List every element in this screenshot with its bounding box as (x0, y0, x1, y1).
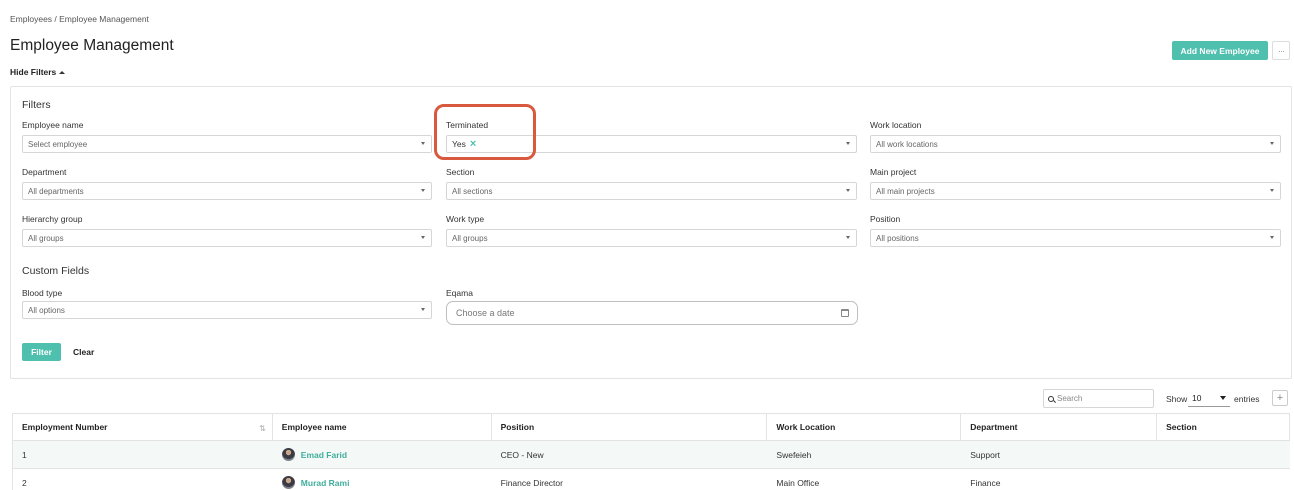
employee-name-cell: Emad Farid (272, 441, 492, 469)
section-cell (1157, 469, 1290, 490)
caret-up-icon (59, 70, 66, 74)
search-placeholder: Search (1057, 394, 1083, 403)
hierarchy-group-select[interactable]: All groups (22, 229, 432, 247)
terminated-label: Terminated (446, 120, 489, 130)
department-value: All departments (28, 186, 84, 196)
column-header-label: Employment Number (22, 422, 108, 432)
calendar-icon[interactable] (841, 309, 849, 317)
chevron-down-icon (1220, 396, 1226, 400)
employment-number-cell: 1 (13, 441, 273, 469)
main-project-label: Main project (870, 167, 917, 177)
eqama-placeholder: Choose a date (456, 308, 515, 318)
breadcrumb[interactable]: Employees / Employee Management (10, 14, 149, 24)
chevron-down-icon (421, 236, 425, 239)
avatar (281, 476, 295, 489)
filter-button[interactable]: Filter (22, 343, 61, 361)
chevron-down-icon (1270, 142, 1274, 145)
main-project-value: All main projects (876, 186, 935, 196)
column-header-department[interactable]: Department (961, 414, 1158, 441)
employee-name-cell: Murad Rami (273, 469, 492, 490)
avatar (281, 448, 295, 461)
chevron-down-icon (846, 189, 850, 192)
table-search-input[interactable]: Search (1043, 389, 1154, 408)
eqama-date-input[interactable]: Choose a date (446, 301, 858, 325)
work-location-label: Work location (870, 120, 922, 130)
column-header-employment-number[interactable]: Employment Number ⇅ (13, 414, 273, 441)
entries-label: entries (1234, 394, 1260, 404)
work-type-value: All groups (452, 233, 488, 243)
blood-type-value: All options (28, 305, 65, 315)
filters-title: Filters (22, 99, 51, 111)
chevron-down-icon (421, 308, 425, 311)
custom-fields-title: Custom Fields (22, 265, 90, 277)
position-cell: Finance Director (492, 469, 768, 490)
column-header-work-location[interactable]: Work Location (767, 414, 962, 441)
add-new-employee-button[interactable]: Add New Employee (1172, 41, 1268, 60)
employee-name-select[interactable]: Select employee (22, 135, 432, 153)
work-location-value: All work locations (876, 139, 938, 149)
work-location-select[interactable]: All work locations (870, 135, 1281, 153)
section-cell (1157, 441, 1290, 469)
table-row[interactable]: 2 Murad Rami Finance Director Main Offic… (13, 469, 1290, 490)
chevron-down-icon (1270, 236, 1274, 239)
page-title: Employee Management (10, 37, 174, 54)
chevron-down-icon (846, 236, 850, 239)
employee-link[interactable]: Murad Rami (301, 478, 350, 488)
table-row[interactable]: 1 Emad Farid CEO - New Swefeieh Support (13, 441, 1290, 469)
department-cell: Finance (961, 469, 1157, 490)
position-select[interactable]: All positions (870, 229, 1281, 247)
employee-name-label: Employee name (22, 120, 84, 130)
add-column-button[interactable]: + (1272, 390, 1288, 406)
department-select[interactable]: All departments (22, 182, 432, 200)
work-location-cell: Swefeieh (767, 441, 962, 469)
blood-type-label: Blood type (22, 288, 63, 298)
employee-link[interactable]: Emad Farid (301, 450, 347, 460)
department-cell: Support (961, 441, 1158, 469)
column-header-section[interactable]: Section (1157, 414, 1290, 441)
chevron-down-icon (846, 142, 850, 145)
column-header-position[interactable]: Position (491, 414, 768, 441)
hide-filters-toggle[interactable]: Hide Filters (10, 67, 66, 77)
entries-value: 10 (1192, 393, 1202, 403)
position-label: Position (870, 214, 901, 224)
table-header-row: Employment Number ⇅ Employee name Positi… (13, 414, 1290, 441)
entries-select[interactable]: 10 (1188, 390, 1230, 407)
search-icon (1048, 395, 1054, 402)
section-value: All sections (452, 186, 493, 196)
employee-name-value: Select employee (28, 139, 88, 149)
chevron-down-icon (421, 189, 425, 192)
main-project-select[interactable]: All main projects (870, 182, 1281, 200)
column-header-employee-name[interactable]: Employee name (272, 414, 492, 441)
work-type-label: Work type (446, 214, 485, 224)
position-cell: CEO - New (491, 441, 768, 469)
clear-button[interactable]: Clear (73, 343, 94, 361)
terminated-select[interactable]: Yes × (446, 135, 857, 153)
chevron-down-icon (421, 142, 425, 145)
work-location-cell: Main Office (767, 469, 961, 490)
show-label: Show (1166, 394, 1188, 404)
section-label: Section (446, 167, 475, 177)
hierarchy-group-value: All groups (28, 233, 64, 243)
remove-tag-icon[interactable]: × (470, 138, 476, 150)
more-options-button[interactable]: ··· (1272, 41, 1290, 60)
department-label: Department (22, 167, 67, 177)
employment-number-cell: 2 (13, 469, 273, 490)
position-value: All positions (876, 233, 919, 243)
filters-panel: Filters Employee name Select employee Te… (10, 86, 1292, 379)
section-select[interactable]: All sections (446, 182, 857, 200)
eqama-label: Eqama (446, 288, 473, 298)
terminated-tag: Yes (452, 139, 466, 149)
hide-filters-label: Hide Filters (10, 67, 57, 77)
work-type-select[interactable]: All groups (446, 229, 857, 247)
chevron-down-icon (1270, 189, 1274, 192)
hierarchy-group-label: Hierarchy group (22, 214, 83, 224)
employees-table: Employment Number ⇅ Employee name Positi… (12, 413, 1290, 490)
sort-icon[interactable]: ⇅ (259, 424, 266, 433)
blood-type-select[interactable]: All options (22, 301, 432, 319)
